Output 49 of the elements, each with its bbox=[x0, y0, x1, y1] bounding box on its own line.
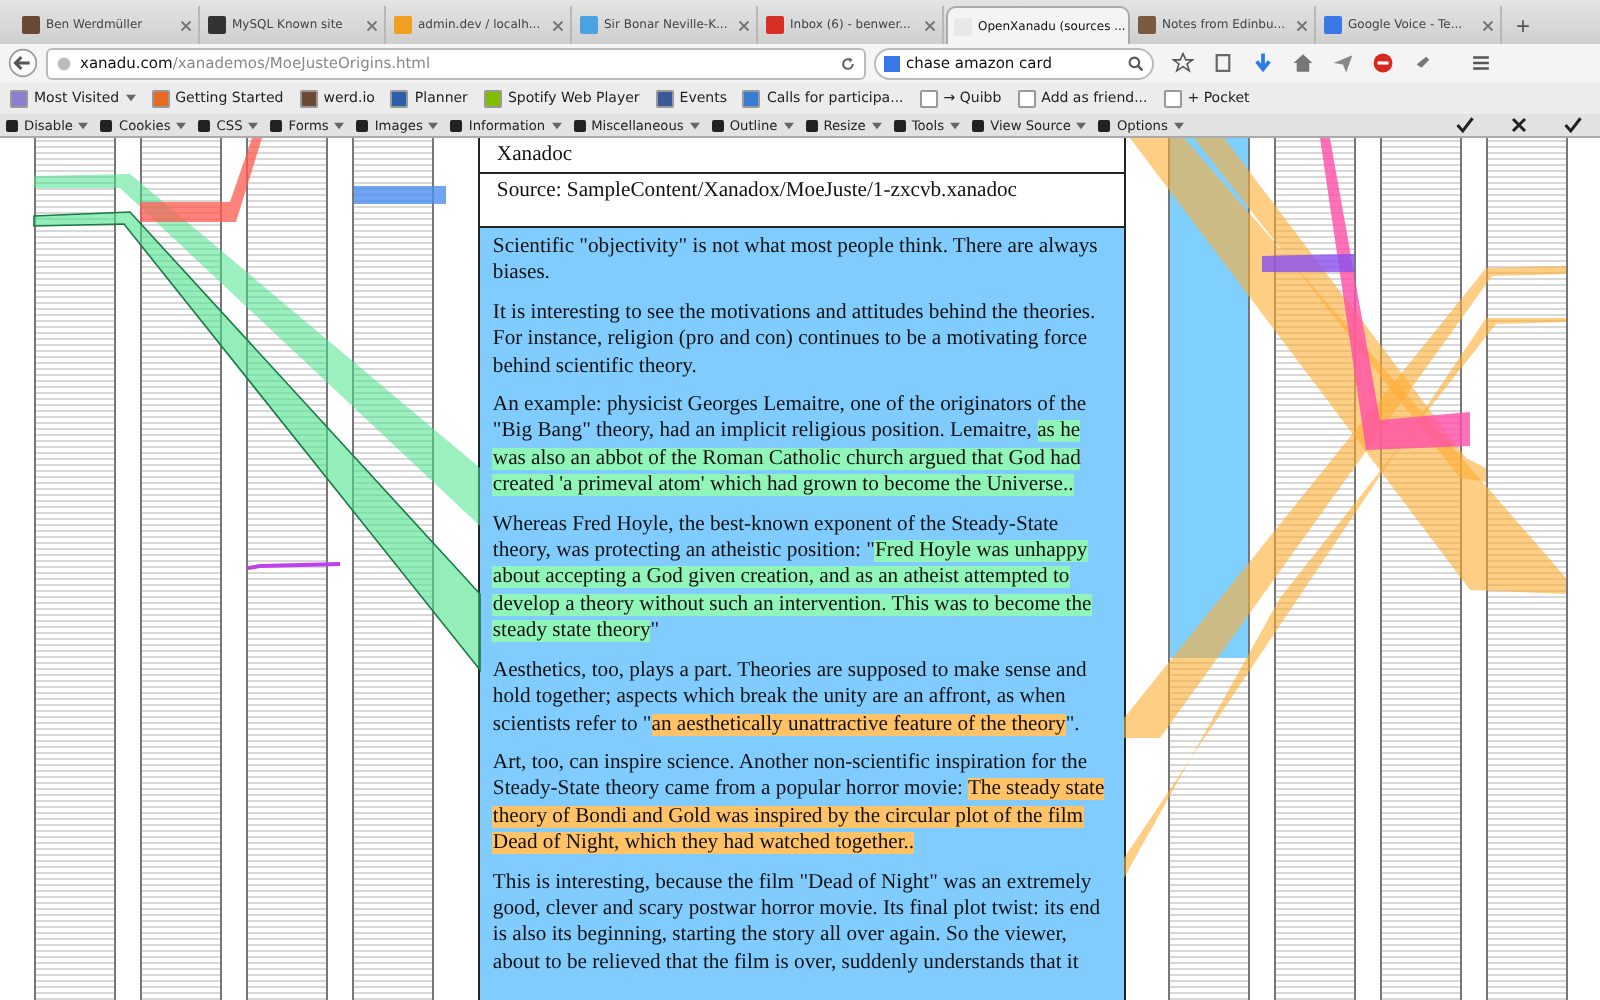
new-tab-button[interactable]: + bbox=[1504, 6, 1543, 44]
reload-icon[interactable] bbox=[840, 55, 856, 71]
checkmark-icon[interactable] bbox=[1564, 116, 1582, 134]
tool-icon bbox=[450, 119, 463, 131]
tool-icon bbox=[573, 119, 586, 131]
stop-sign-icon[interactable] bbox=[1372, 52, 1394, 74]
back-icon[interactable] bbox=[8, 48, 38, 78]
tool-icon bbox=[6, 119, 18, 131]
paragraph: Scientific "objectivity" is not what most people think. There are always biases. bbox=[492, 234, 1100, 288]
download-icon[interactable] bbox=[1252, 52, 1274, 74]
paper-plane-icon[interactable] bbox=[1332, 52, 1354, 74]
clipboard-icon[interactable] bbox=[1212, 52, 1234, 74]
document-title: Xanadoc bbox=[480, 138, 1124, 174]
caret-icon bbox=[950, 121, 961, 129]
globe-icon bbox=[56, 55, 72, 71]
menu-icon[interactable] bbox=[1470, 52, 1492, 74]
caret-icon bbox=[871, 121, 882, 129]
paragraph: Whereas Fred Hoyle, the best-known exponent of the Steady-State theory, was protecting an atheistic position: "Fred Hoyle was unhappy about accepting a God given creation, and as an atheist attempted to develop a theory without such an intervention. This was to become the steady state theory" bbox=[492, 511, 1094, 646]
caret-icon bbox=[428, 121, 439, 129]
tool-icon bbox=[893, 119, 906, 131]
caret-icon bbox=[78, 121, 89, 129]
caret-icon bbox=[125, 94, 136, 102]
caret-icon bbox=[176, 121, 187, 129]
tool-icon bbox=[711, 119, 724, 131]
caret-icon bbox=[689, 121, 700, 129]
tool-icon bbox=[270, 119, 283, 131]
search-icon[interactable] bbox=[1128, 55, 1144, 71]
caret-icon bbox=[1076, 121, 1087, 129]
close-icon[interactable] bbox=[1510, 116, 1528, 134]
caret-icon bbox=[1173, 121, 1184, 129]
checkmark-icon[interactable] bbox=[1456, 116, 1474, 134]
tool-icon bbox=[1098, 119, 1111, 131]
paragraph: It is interesting to see the motivations and attitudes behind the theories. For instance, religion (pro and con) continues to be a motivating force behind scientific theory. bbox=[492, 299, 1098, 381]
caret-icon bbox=[248, 121, 259, 129]
tool-icon bbox=[356, 119, 369, 131]
search-engine-icon bbox=[884, 55, 900, 71]
paragraph: Art, too, can inspire science. Another non-scientific inspiration for the Steady-State theory came from a popular horror movie: The steady state theory of Bondi and Gold was inspired by the circular plot of the film Dead of Night, which they had watched together.. bbox=[492, 749, 1107, 858]
tool-icon bbox=[972, 119, 985, 131]
caret-icon bbox=[551, 121, 562, 129]
caret-icon bbox=[334, 121, 345, 129]
paragraph: Aesthetics, too, plays a part. Theories are supposed to make sense and hold together; aspects which break the unity are an affront, as when scientists refer to "an aesthetically unattractive feature of the theory". bbox=[492, 657, 1089, 738]
caret-icon bbox=[783, 121, 794, 129]
home-icon[interactable] bbox=[1292, 52, 1314, 74]
tool-icon bbox=[805, 119, 818, 131]
paragraph: This is interesting, because the film "Dead of Night" was an extremely good, clever and scary postwar horror movie. Its final plot twist: its end is also its beginning, starting the story all over again. So the viewer, about to be relieved that the film is over, suddenly understands that it bbox=[492, 869, 1103, 977]
tool-icon bbox=[198, 119, 211, 131]
star-icon[interactable] bbox=[1172, 52, 1194, 74]
tool-icon bbox=[100, 119, 113, 131]
paragraph: An example: physicist Georges Lemaitre, one of the originators of the "Big Bang" theory, had an implicit religious position. Lemaitre, as he was also an abbot of the Roman Catholic church argued that God had created 'a primeval atom' which had grown to become the Universe.. bbox=[492, 392, 1089, 500]
